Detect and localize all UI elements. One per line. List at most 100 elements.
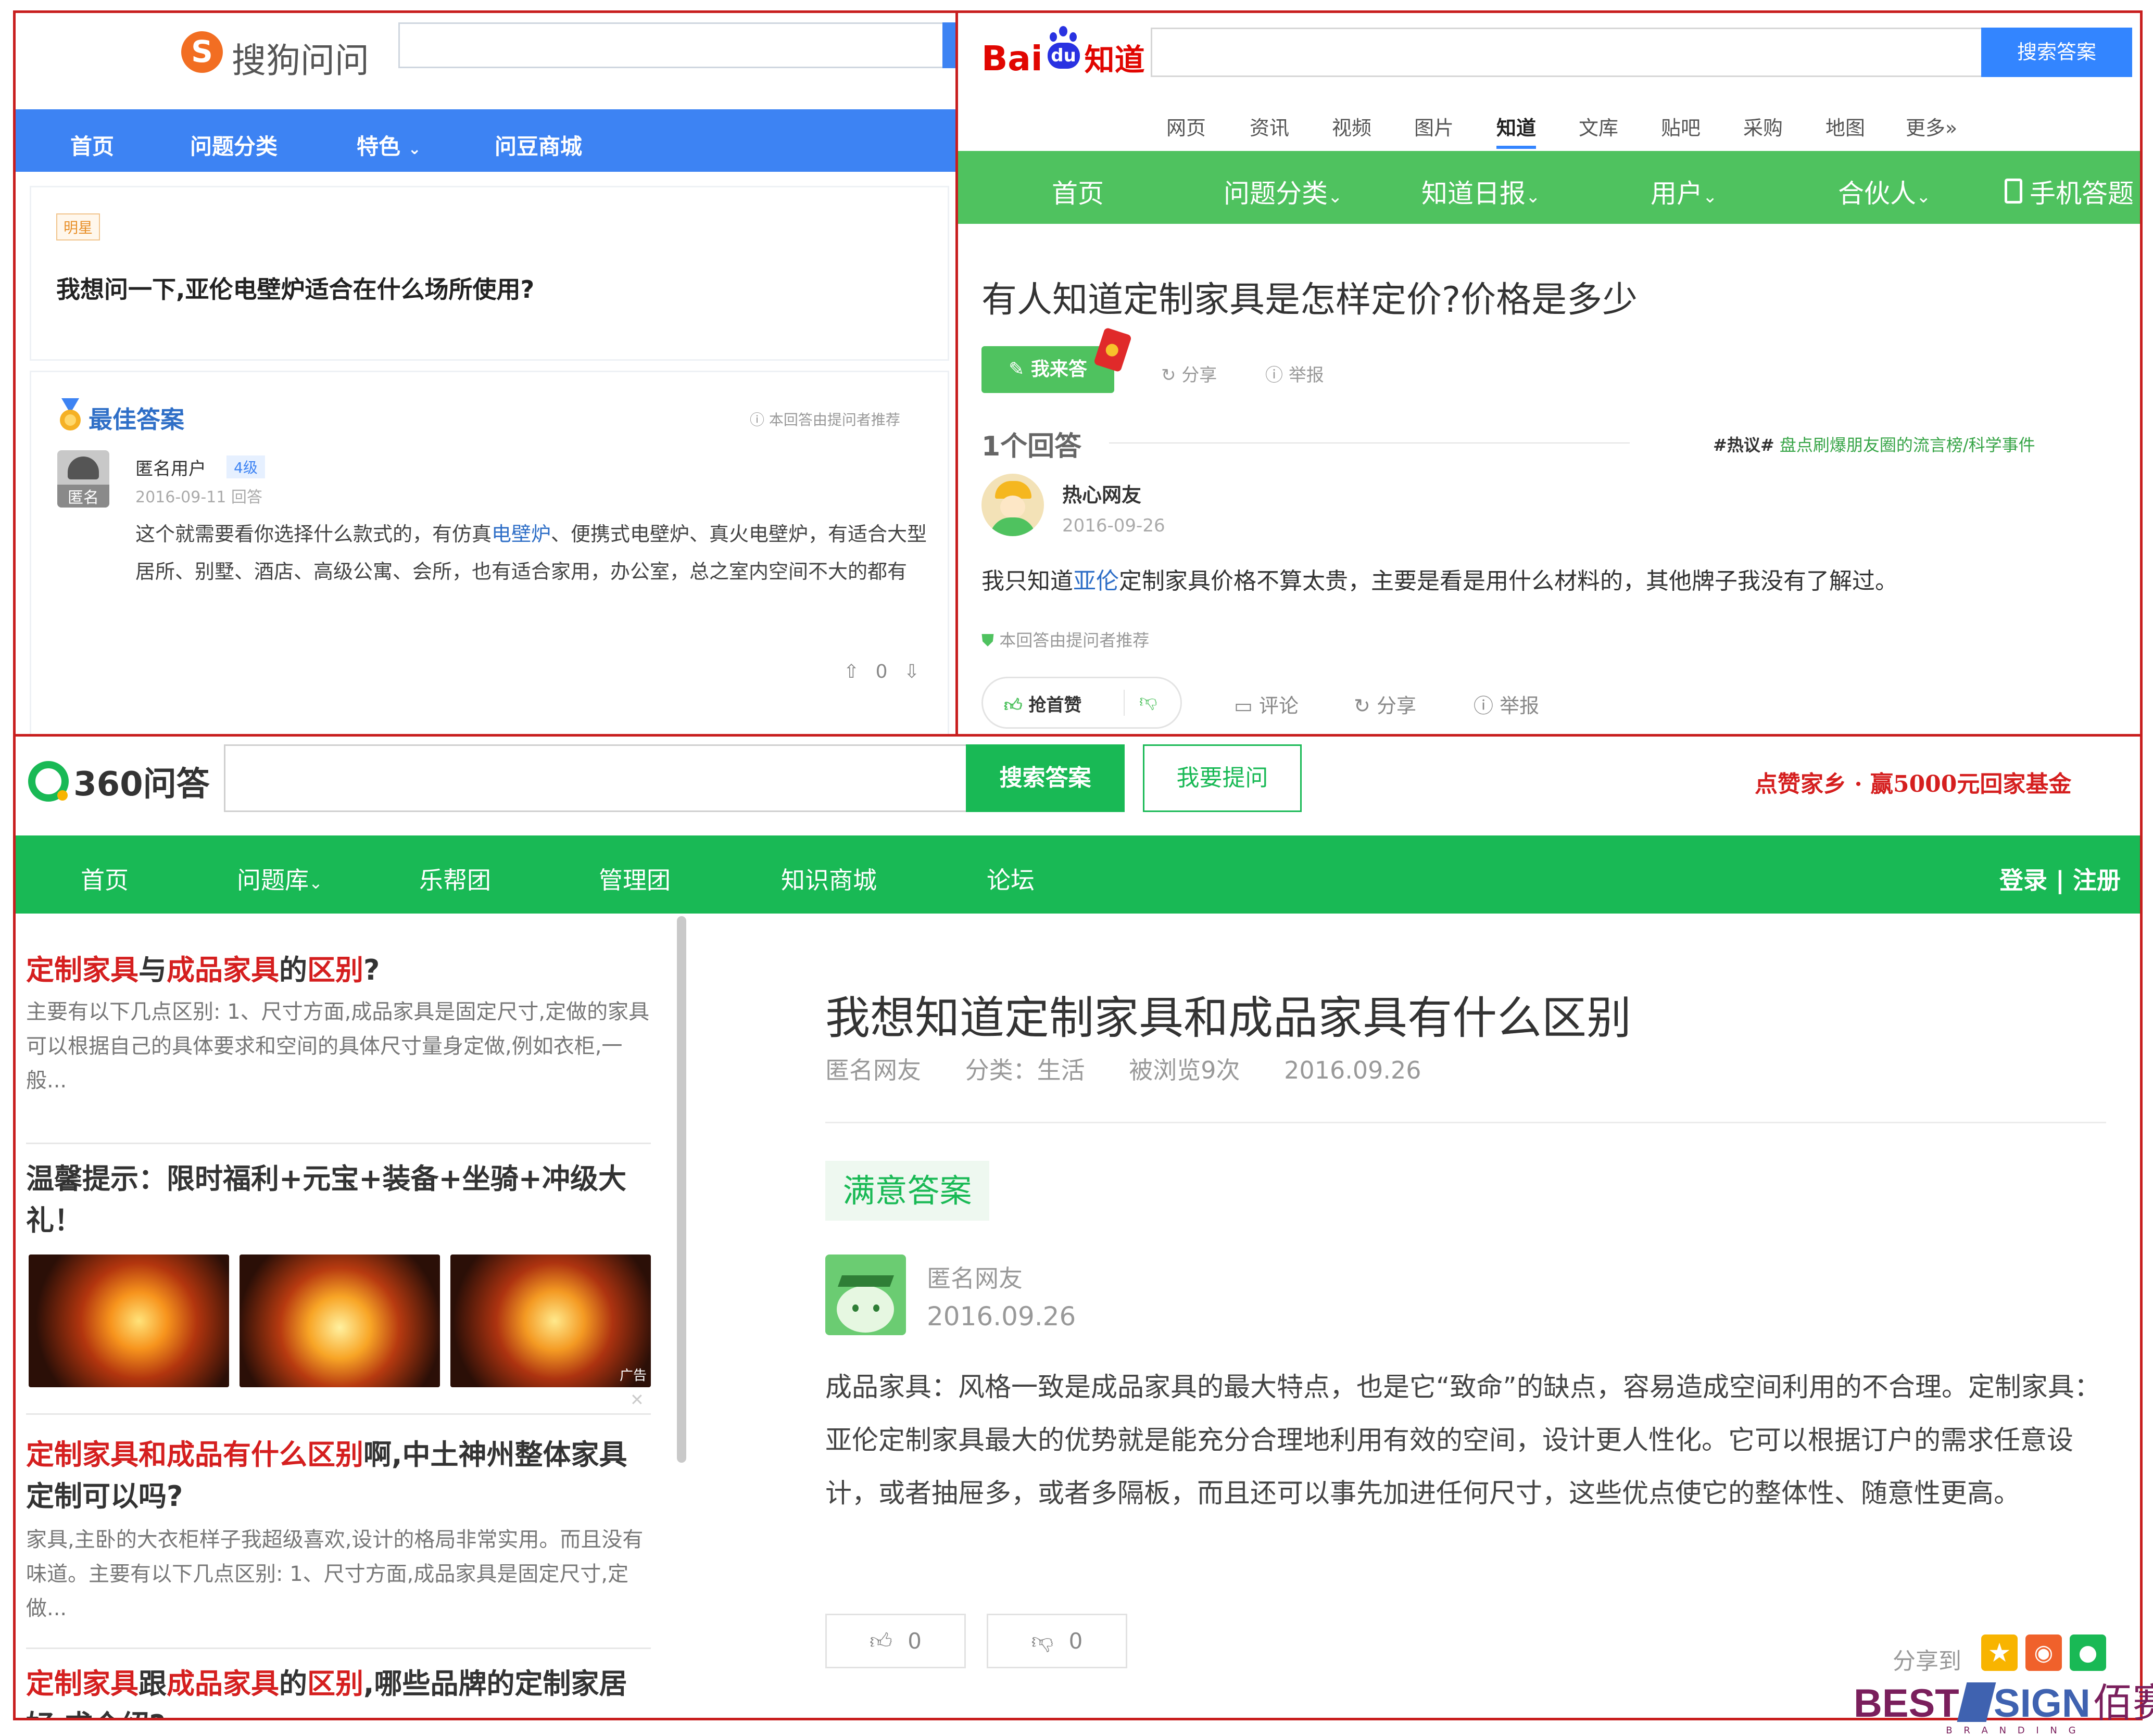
sogou-nav-store[interactable]: 问豆商城 (495, 129, 582, 161)
tab-purchase[interactable]: 采购 (1743, 112, 1783, 141)
sidebar-divider (26, 1143, 651, 1144)
baidu-share[interactable]: ↻ 分享 (1161, 361, 1217, 386)
sogou-answer-user[interactable]: 匿名用户 (135, 454, 206, 480)
baidu-recommend-note: ⛊ 本回答由提问者推荐 (981, 627, 1149, 651)
baidu-comment-label: 评论 (1259, 694, 1299, 717)
baidu-answer-count: 1个回答 (981, 431, 1082, 462)
tab-wenku[interactable]: 文库 (1579, 112, 1618, 141)
so360-search-input[interactable] (224, 744, 981, 812)
avatar-label: 匿名 (57, 485, 109, 508)
sidebar-item[interactable]: 定制家具和成品有什么区别啊,中土神州整体家具定制可以吗? 家具,主卧的大衣柜样子… (26, 1434, 651, 1626)
sogou-nav-home[interactable]: 首页 (70, 129, 114, 161)
baidu-hot-topic[interactable]: #热议# 盘点刷爆朋友圈的流言榜/科学事件 (1713, 432, 2035, 456)
so360-login-link[interactable]: 登录 (1999, 866, 2047, 894)
baidu-answer-link[interactable]: 亚伦 (1073, 568, 1119, 594)
so360-promo-banner[interactable]: 点赞家乡 · 赢5000元回家基金 (1755, 765, 2071, 799)
tab-video[interactable]: 视频 (1332, 112, 1371, 141)
meta-category[interactable]: 分类：生活 (965, 1056, 1085, 1084)
ad-image-1[interactable] (29, 1255, 229, 1387)
baidu-nav-categories-label: 问题分类 (1224, 179, 1328, 209)
so360-ask-button[interactable]: 我要提问 (1143, 744, 1302, 812)
baidu-answer-button[interactable]: ✎ 我来答 (981, 346, 1114, 393)
so360-nav-admins[interactable]: 管理团 (599, 861, 671, 896)
sogou-answer-link[interactable]: 电壁炉 (492, 523, 551, 546)
sogou-recommend-note: ⓘ 本回答由提问者推荐 (750, 409, 900, 429)
sidebar-scrollbar[interactable] (677, 916, 686, 1463)
baidu-search-button[interactable]: 搜索答案 (1981, 28, 2132, 77)
thumb-down-icon[interactable]: 👎︎ (1139, 691, 1157, 712)
tab-news[interactable]: 资讯 (1250, 112, 1289, 141)
sogou-search-input[interactable] (398, 22, 955, 68)
ad-image-2[interactable] (240, 1255, 440, 1387)
tab-images[interactable]: 图片 (1414, 112, 1454, 141)
baidu-hot-link[interactable]: 盘点刷爆朋友圈的流言榜/科学事件 (1780, 435, 2035, 455)
baidu-answer-user[interactable]: 热心网友 (1062, 479, 1141, 508)
baidu-logo[interactable]: Bai du 知道 (981, 26, 1145, 83)
baidu-nav-categories[interactable]: 问题分类 ⌄ (1224, 173, 1343, 210)
sogou-nav-categories[interactable]: 问题分类 (190, 129, 278, 161)
so360-answer-user[interactable]: 匿名网友 (927, 1260, 1023, 1294)
svg-text:S: S (191, 34, 213, 69)
sidebar-item[interactable]: 定制家具与成品家具的区别? 主要有以下几点区别: 1、尺寸方面,成品家具是固定尺… (26, 950, 651, 1098)
so360-downvote-button[interactable]: 👎︎ 0 (987, 1614, 1127, 1668)
avatar[interactable] (825, 1255, 906, 1335)
title-part: 跟 (139, 1667, 167, 1700)
baidu-nav-daily[interactable]: 知道日报 ⌄ (1421, 173, 1541, 210)
sogou-logo[interactable]: S 搜狗问问 (180, 23, 388, 81)
watermark-sign: SIGN (1993, 1681, 2091, 1726)
baidu-answer-date: 2016-09-26 (1062, 515, 1165, 536)
star-icon[interactable]: ★ (1981, 1634, 2018, 1671)
tab-more[interactable]: 更多» (1906, 112, 1957, 141)
so360-nav-home[interactable]: 首页 (81, 861, 129, 896)
sogou-question-tag[interactable]: 明星 (56, 213, 100, 240)
tab-tieba[interactable]: 贴吧 (1661, 112, 1701, 141)
sogou-answer-card: 最佳答案 ⓘ 本回答由提问者推荐 匿名 匿名用户 4级 2016-09-11 回… (31, 372, 948, 737)
tab-map[interactable]: 地图 (1825, 112, 1865, 141)
baidu-report-label: 举报 (1288, 365, 1324, 386)
red-envelope-icon[interactable] (1093, 327, 1132, 373)
baidu-report[interactable]: ⓘ 举报 (1265, 361, 1324, 386)
sidebar-ad[interactable]: 温馨提示：限时福利+元宝+装备+坐骑+冲级大礼！ (26, 1158, 651, 1241)
so360-nav-forum[interactable]: 论坛 (987, 861, 1035, 896)
so360-register-link[interactable]: 注册 (2073, 866, 2121, 894)
tab-zhidao[interactable]: 知道 (1496, 112, 1537, 149)
close-icon[interactable]: ✕ (630, 1390, 644, 1410)
title-part: 定制家具 (26, 1667, 139, 1700)
so360-nav-store[interactable]: 知识商城 (781, 861, 877, 896)
wechat-icon[interactable]: ● (2070, 1634, 2106, 1671)
baidu-share-2[interactable]: ↻ 分享 (1354, 690, 1416, 718)
baidu-nav-users[interactable]: 用户 ⌄ (1651, 173, 1718, 210)
tab-web[interactable]: 网页 (1166, 112, 1206, 141)
so360-downvote-count: 0 (1068, 1628, 1083, 1654)
baidu-search-input[interactable] (1151, 28, 1984, 77)
weibo-icon[interactable]: ◉ (2025, 1634, 2062, 1671)
sidebar-item-title[interactable]: 定制家具与成品家具的区别? (26, 950, 651, 991)
baidu-nav-home[interactable]: 首页 (1052, 173, 1104, 210)
sidebar-ad-title[interactable]: 温馨提示：限时福利+元宝+装备+坐骑+冲级大礼！ (26, 1158, 651, 1241)
so360-upvote-button[interactable]: 👍︎ 0 (825, 1614, 966, 1668)
sidebar-item-title[interactable]: 定制家具和成品有什么区别啊,中土神州整体家具定制可以吗? (26, 1434, 651, 1517)
so360-question-meta: 匿名网友 分类：生活 被浏览9次 2016.09.26 (825, 1051, 1421, 1086)
so360-logo[interactable]: 360问答 (26, 757, 210, 805)
ad-image-3[interactable]: 广告 (450, 1255, 651, 1387)
baidu-nav-partners[interactable]: 合伙人 ⌄ (1838, 173, 1931, 210)
thumb-up-icon: 👍︎ (1004, 695, 1023, 716)
baidu-comment[interactable]: ▭ 评论 (1234, 690, 1299, 718)
sogou-question-title: 我想问一下,亚伦电壁炉适合在什么场所使用? (56, 275, 535, 303)
sidebar-item-title[interactable]: 定制家具跟成品家具的区别,哪些品牌的定制家居好,求介绍? (26, 1663, 651, 1718)
sogou-nav-featured[interactable]: 特色 ⌄ (357, 129, 421, 161)
baidu-like-button[interactable]: 👍︎ 抢首赞 (1004, 691, 1081, 716)
so360-search-button[interactable]: 搜索答案 (966, 744, 1125, 812)
sidebar-item[interactable]: 定制家具跟成品家具的区别,哪些品牌的定制家居好,求介绍? (26, 1663, 651, 1718)
avatar[interactable]: 匿名 (57, 450, 109, 508)
so360-nav-library[interactable]: 问题库 ⌄ (237, 861, 323, 896)
so360-nav-helpers[interactable]: 乐帮团 (419, 861, 491, 896)
meta-author[interactable]: 匿名网友 (825, 1056, 921, 1084)
baidu-report-2[interactable]: ⓘ 举报 (1474, 690, 1539, 718)
upvote-icon[interactable]: ⇧ (843, 661, 859, 682)
sidebar-item-desc: 主要有以下几点区别: 1、尺寸方面,成品家具是固定尺寸,定做的家具可以根据自己的… (26, 1000, 650, 1093)
baidu-nav-mobile[interactable]: 手机答题 (2005, 173, 2134, 210)
title-part: 定制家具和成品有什么区别 (26, 1438, 363, 1471)
downvote-icon[interactable]: ⇩ (904, 661, 920, 682)
avatar[interactable] (981, 474, 1044, 536)
